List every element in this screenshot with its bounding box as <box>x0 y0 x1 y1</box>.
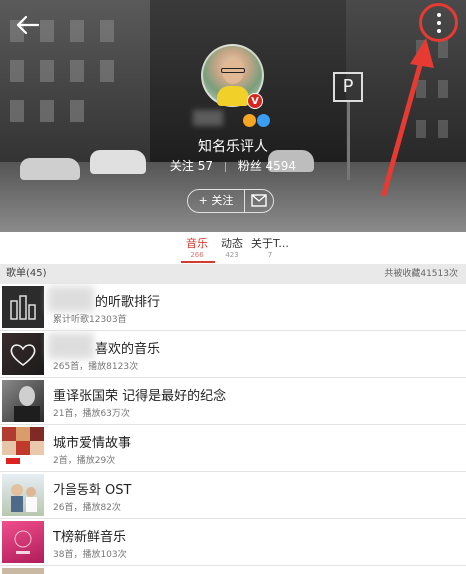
playlist-item-partial[interactable] <box>0 566 466 574</box>
tab-music-label: 音乐 <box>186 237 208 250</box>
playlist-item[interactable]: 的听歌排行 累计听歌12303首 <box>0 284 466 331</box>
blurred-region <box>48 286 94 312</box>
photo-thumbnail <box>2 474 44 516</box>
playlist-title: 城市爱情故事 <box>53 436 132 451</box>
fans-count[interactable]: 4594 <box>266 159 297 173</box>
tab-about[interactable]: 关于T... 7 <box>251 235 289 260</box>
playlist-subtitle: 21首，播放63万次 <box>53 409 130 419</box>
playlist-subtitle: 累计听歌12303首 <box>53 315 127 325</box>
playlist-subtitle: 265首，播放8123次 <box>53 362 139 372</box>
playlist-title: 的听歌排行 <box>95 295 161 310</box>
gender-badge-icon <box>257 114 270 127</box>
blurred-region <box>193 110 223 126</box>
tab-about-count: 7 <box>267 251 273 259</box>
parking-sign-icon: P <box>333 72 363 102</box>
playlist-subtitle: 2首，播放29次 <box>53 456 116 466</box>
follow-button[interactable]: + 关注 <box>187 189 245 213</box>
playlist-item[interactable]: 城市爱情故事 2首，播放29次 <box>0 425 466 472</box>
playlist-section-header: 歌单(45) 共被收藏41513次 <box>0 264 466 284</box>
following-label[interactable]: 关注 <box>170 159 194 173</box>
fans-label[interactable]: 粉丝 <box>238 159 262 173</box>
playlist-item[interactable]: 喜欢的音乐 265首，播放8123次 <box>0 331 466 378</box>
tab-events[interactable]: 动态 423 <box>221 235 243 260</box>
more-vertical-icon[interactable] <box>429 8 449 38</box>
playlist-subtitle: 26首，播放82次 <box>53 503 121 513</box>
blurred-region <box>48 333 94 359</box>
follow-stats: 关注 57 粉丝 4594 <box>0 157 466 174</box>
vip-badge: V <box>247 93 263 109</box>
tab-music-count: 266 <box>190 251 204 259</box>
pink-cover-thumbnail <box>2 521 44 563</box>
bars-icon <box>2 286 44 328</box>
playlist-item[interactable]: 가을동화 OST 26首，播放82次 <box>0 472 466 519</box>
annotation-arrow <box>381 38 434 197</box>
playlist-title: 가을동화 OST <box>53 483 132 498</box>
profile-tabs: 音乐 266 动态 423 关于T... 7 <box>0 232 466 264</box>
playlist-title: T榜新鲜音乐 <box>53 530 126 545</box>
tab-about-label: 关于T... <box>251 237 289 250</box>
playlist-item[interactable]: 重译张国荣 记得是最好的纪念 21首，播放63万次 <box>0 378 466 425</box>
playlist-title: 重译张国荣 记得是最好的纪念 <box>53 389 227 404</box>
following-count[interactable]: 57 <box>198 159 213 173</box>
tab-events-count: 423 <box>225 251 239 259</box>
playlist-title: 喜欢的音乐 <box>95 342 161 357</box>
tab-music[interactable]: 音乐 266 <box>186 235 208 260</box>
envelope-icon <box>251 194 267 207</box>
portrait-thumbnail <box>2 380 44 422</box>
collage-thumbnail <box>2 427 44 469</box>
collected-count: 共被收藏41513次 <box>384 269 458 279</box>
tab-events-label: 动态 <box>221 237 243 250</box>
partial-thumbnail <box>2 568 44 574</box>
playlist-subtitle: 38首，播放103次 <box>53 550 127 560</box>
message-button[interactable] <box>244 189 274 213</box>
heart-icon <box>2 333 44 375</box>
username: 知名乐评人 <box>198 139 268 155</box>
section-title: 歌单(45) <box>6 268 47 279</box>
playlist-item[interactable]: T榜新鲜音乐 38首，播放103次 <box>0 519 466 566</box>
level-badge-icon <box>243 114 256 127</box>
back-arrow-icon[interactable] <box>12 10 42 40</box>
active-tab-indicator <box>181 261 215 263</box>
